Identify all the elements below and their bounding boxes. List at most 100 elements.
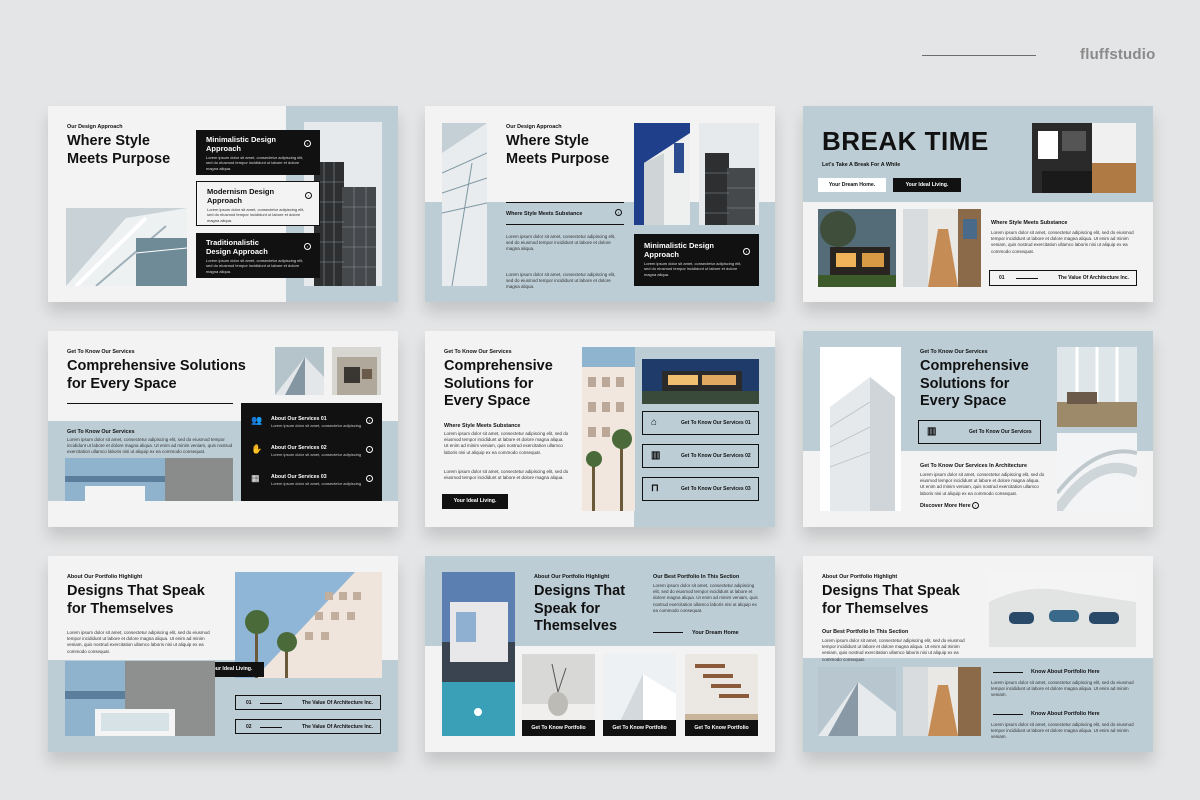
service-title[interactable]: About Our Services 03 xyxy=(271,474,327,480)
portfolio-button-3[interactable]: Get To Know Portfolio xyxy=(685,720,758,736)
building-icon: ▥ xyxy=(651,450,661,461)
row-line xyxy=(260,727,282,728)
slide-kicker: Get To Know Our Services xyxy=(920,349,988,355)
service-title[interactable]: About Our Services 02 xyxy=(271,445,327,451)
divider xyxy=(653,632,683,633)
slide-3[interactable]: BREAK TIME Let's Take A Break For A Whil… xyxy=(803,106,1153,302)
arrow-right-icon: › xyxy=(304,140,311,147)
modern-house-photo xyxy=(332,347,381,395)
approach-card-2[interactable]: Modernism Design Approach Lorem ipsum do… xyxy=(196,181,320,226)
kitchen-photo xyxy=(1032,123,1136,193)
brand-logo: fluffstudio xyxy=(1080,46,1156,63)
slide-title: BREAK TIME xyxy=(822,126,989,156)
card-title: Traditionalistic Design Approach xyxy=(206,238,268,256)
services-panel: 👥 About Our Services 01 Lorem ipsum dolo… xyxy=(241,403,382,501)
section-subtitle: Where Style Meets Substance xyxy=(991,220,1068,226)
slide-kicker: Our Design Approach xyxy=(67,124,123,130)
row-label: Get To Know Our Services 01 xyxy=(681,420,751,426)
divider xyxy=(506,202,624,203)
section-subtitle: Our Best Portfolio In This Section xyxy=(822,629,909,635)
service-row-2[interactable]: ▥ Get To Know Our Services 02 xyxy=(642,444,759,468)
brand-divider xyxy=(922,55,1036,56)
section-subtitle: Our Best Portfolio In This Section xyxy=(653,574,740,580)
value-row[interactable]: 01 The Value Of Architecture Inc. xyxy=(989,270,1137,286)
arrow-right-icon[interactable]: › xyxy=(366,417,373,424)
value-row-2[interactable]: 02 The Value Of Architecture Inc. xyxy=(235,719,381,734)
divider xyxy=(67,403,233,404)
know-portfolio-heading-1[interactable]: Know About Portfolio Here xyxy=(1031,669,1100,675)
approach-card[interactable]: Minimalistic Design Approach Lorem ipsum… xyxy=(634,234,759,286)
portfolio-button-1[interactable]: Get To Know Portfolio xyxy=(522,720,595,736)
calendar-icon: ▦ xyxy=(251,473,260,483)
slide-kicker: About Our Portfolio Highlight xyxy=(67,574,143,580)
service-title[interactable]: About Our Services 01 xyxy=(271,416,327,422)
card-title: Modernism Design Approach xyxy=(207,187,275,205)
slide-paragraph-2: Lorem ipsum dolor sit amet, consectetur … xyxy=(444,469,569,481)
slide-kicker: About Our Portfolio Highlight xyxy=(534,574,610,580)
blue-facade-photo xyxy=(634,123,690,225)
row-line xyxy=(1016,278,1038,279)
hallway-photo xyxy=(903,667,981,736)
arrow-right-icon: › xyxy=(304,243,311,250)
value-row-1[interactable]: 01 The Value Of Architecture Inc. xyxy=(235,695,381,710)
slide-8[interactable]: About Our Portfolio Highlight Designs Th… xyxy=(425,556,775,752)
geometric-building-photo xyxy=(818,667,896,736)
section-subtitle: Get To Know Our Services xyxy=(67,429,135,435)
slide-5[interactable]: Get To Know Our Services Comprehensive S… xyxy=(425,331,775,527)
know-portfolio-heading-2[interactable]: Know About Portfolio Here xyxy=(1031,711,1100,717)
building-photo xyxy=(275,347,324,395)
slide-title: Designs That Speak for Themselves xyxy=(822,583,960,617)
handshake-icon: ✋ xyxy=(251,444,263,454)
box-label: Get To Know Our Services xyxy=(969,429,1032,435)
row-number: 01 xyxy=(246,700,252,706)
slide-title: Designs That Speak for Themselves xyxy=(67,583,205,617)
discover-link[interactable]: Discover More Here xyxy=(920,503,971,509)
dream-home-button[interactable]: Your Dream Home. xyxy=(818,178,886,192)
slide-paragraph-3: Lorem ipsum dolor sit amet, consectetur … xyxy=(991,722,1134,740)
approach-card-3[interactable]: Traditionalistic Design Approach Lorem i… xyxy=(196,233,320,278)
arrow-right-icon: › xyxy=(305,192,312,199)
card-text: Lorem ipsum dolor sit amet, consectetur … xyxy=(207,207,305,223)
interior-window-photo xyxy=(1057,347,1137,427)
divider xyxy=(506,224,624,225)
bathroom-photo xyxy=(65,661,215,736)
slide-tagline: Let's Take A Break For A While xyxy=(822,162,901,168)
slide-paragraph-3: Lorem ipsum dolor sit amet, consectetur … xyxy=(506,272,616,290)
arrow-right-icon: › xyxy=(743,248,750,255)
row-label: Where Style Meets Substance xyxy=(506,211,583,217)
approach-card-1[interactable]: Minimalistic Design Approach Lorem ipsum… xyxy=(196,130,320,175)
portfolio-button-2[interactable]: Get To Know Portfolio xyxy=(603,720,676,736)
arrow-right-icon[interactable]: › xyxy=(615,209,622,216)
staircase-photo xyxy=(66,208,187,286)
slide-kicker: Get To Know Our Services xyxy=(67,349,135,355)
slide-1[interactable]: Our Design Approach Where Style Meets Pu… xyxy=(48,106,398,302)
slide-paragraph: Lorem ipsum dolor sit amet, consectetur … xyxy=(991,230,1134,254)
slide-4[interactable]: Get To Know Our Services Comprehensive S… xyxy=(48,331,398,527)
curved-facade-photo xyxy=(989,572,1136,647)
palm-building-photo xyxy=(582,347,635,511)
row-label: The Value Of Architecture Inc. xyxy=(302,724,373,730)
service-row-3[interactable]: ⊓ Get To Know Our Services 03 xyxy=(642,477,759,501)
slide-2[interactable]: Our Design Approach Where Style Meets Pu… xyxy=(425,106,775,302)
slide-6[interactable]: Get To Know Our Services Comprehensive S… xyxy=(803,331,1153,527)
arrow-right-icon[interactable]: › xyxy=(972,502,979,509)
ideal-living-button[interactable]: Your Ideal Living. xyxy=(893,178,961,192)
service-row-1[interactable]: ⌂ Get To Know Our Services 01 xyxy=(642,411,759,435)
row-label: Get To Know Our Services 03 xyxy=(681,486,751,492)
house-dusk-photo xyxy=(642,359,759,404)
slide-9[interactable]: About Our Portfolio Highlight Designs Th… xyxy=(803,556,1153,752)
slide-7[interactable]: About Our Portfolio Highlight Designs Th… xyxy=(48,556,398,752)
slide-kicker: Our Design Approach xyxy=(506,124,562,130)
slide-paragraph-2: Lorem ipsum dolor sit amet, consectetur … xyxy=(506,234,616,252)
slide-paragraph: Lorem ipsum dolor sit amet, consectetur … xyxy=(444,431,569,455)
service-text: Lorem ipsum dolor sit amet, consectetur … xyxy=(271,423,362,428)
pool-villa-photo xyxy=(442,572,515,736)
arrow-right-icon[interactable]: › xyxy=(366,475,373,482)
ideal-living-button[interactable]: Your Ideal Living. xyxy=(442,494,508,509)
slide-title: Where Style Meets Purpose xyxy=(506,133,610,167)
slide-title: Where Style Meets Purpose xyxy=(67,133,171,167)
card-text: Lorem ipsum dolor sit amet, consectetur … xyxy=(206,155,304,171)
row-label: The Value Of Architecture Inc. xyxy=(302,700,373,706)
arrow-right-icon[interactable]: › xyxy=(366,446,373,453)
services-box[interactable]: ▥ Get To Know Our Services xyxy=(918,420,1041,444)
